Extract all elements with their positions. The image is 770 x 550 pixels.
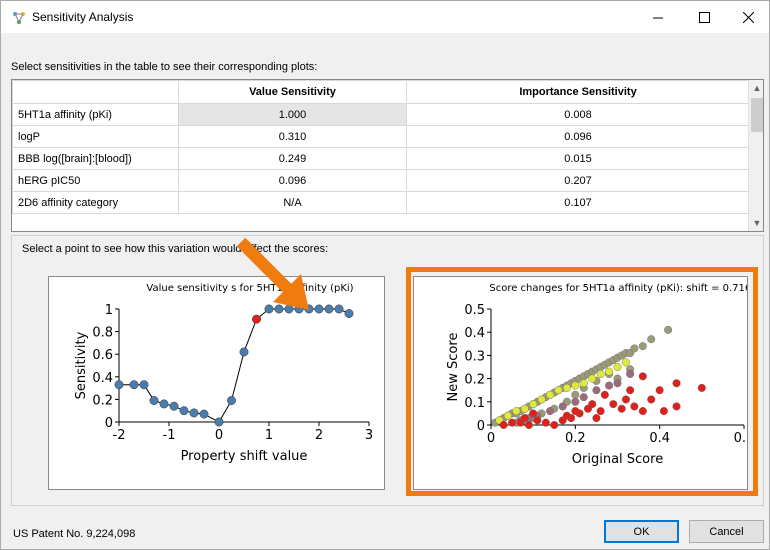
y-tick-label: 1 xyxy=(105,303,113,318)
sensitivity-analysis-window: Sensitivity Analysis Select sensitivitie… xyxy=(0,0,770,550)
y-tick-label: 0.8 xyxy=(92,326,113,341)
value-sensitivity-chart[interactable]: Value sensitivity s for 5HT1a affinity (… xyxy=(49,277,384,489)
importance-sensitivity-cell[interactable]: 0.008 xyxy=(406,103,750,126)
column-header-importance-sensitivity[interactable]: Importance Sensitivity xyxy=(406,80,750,104)
table-instructions: Select sensitivities in the table to see… xyxy=(11,61,318,73)
sensitivity-line xyxy=(119,308,350,423)
property-name-cell[interactable]: logP xyxy=(12,125,179,148)
x-tick-label: 0 xyxy=(215,428,223,443)
data-point[interactable] xyxy=(324,304,334,314)
data-point[interactable] xyxy=(149,396,159,405)
value-sensitivity-cell[interactable]: N/A xyxy=(178,191,407,214)
data-point[interactable] xyxy=(179,406,189,416)
x-tick-label: 1 xyxy=(265,428,273,443)
table-vertical-scrollbar[interactable]: ▲ ▼ xyxy=(748,80,763,231)
y-tick-label: 0.2 xyxy=(92,393,113,408)
table-row[interactable]: 2D6 affinity category N/A 0.107 xyxy=(12,191,750,214)
close-icon xyxy=(742,11,754,23)
table-row[interactable]: logP 0.310 0.096 xyxy=(12,125,750,148)
annotation-arrow-icon xyxy=(236,237,309,310)
value-sensitivity-cell[interactable]: 0.249 xyxy=(178,147,407,170)
value-sensitivity-cell[interactable]: 0.310 xyxy=(178,125,407,148)
property-name-cell[interactable]: 5HT1a affinity (pKi) xyxy=(12,103,179,126)
scroll-thumb[interactable] xyxy=(751,98,763,132)
close-button[interactable] xyxy=(725,1,770,33)
value-sensitivity-cell[interactable]: 1.000 xyxy=(178,103,407,126)
data-point[interactable] xyxy=(344,309,354,318)
column-header-name[interactable] xyxy=(12,80,179,104)
data-point[interactable] xyxy=(214,417,224,427)
data-point[interactable] xyxy=(114,380,124,390)
minimize-icon xyxy=(652,17,663,18)
table-row[interactable]: hERG pIC50 0.096 0.207 xyxy=(12,169,750,192)
y-axis-label: Sensitivity xyxy=(74,331,89,399)
y-tick-label: 0 xyxy=(105,416,113,431)
scroll-down-arrow-icon[interactable]: ▼ xyxy=(749,215,763,231)
x-tick-label: 2 xyxy=(315,428,323,443)
table-row[interactable]: 5HT1a affinity (pKi) 1.000 0.008 xyxy=(12,103,750,126)
data-point[interactable] xyxy=(169,401,179,411)
data-point[interactable] xyxy=(159,399,169,409)
plots-panel: Select a point to see how this variation… xyxy=(11,235,764,506)
y-tick-label: 0.6 xyxy=(92,348,113,363)
maximize-button[interactable] xyxy=(681,1,727,33)
data-point[interactable] xyxy=(239,347,249,357)
ok-button[interactable]: OK xyxy=(604,520,679,543)
minimize-button[interactable] xyxy=(635,1,681,33)
highlight-box-annotation xyxy=(406,267,758,496)
data-point[interactable] xyxy=(334,304,344,314)
table-header-row: Value Sensitivity Importance Sensitivity xyxy=(12,80,750,104)
data-point[interactable] xyxy=(139,380,149,390)
molecule-icon xyxy=(13,12,25,24)
data-point[interactable] xyxy=(199,409,209,419)
data-point[interactable] xyxy=(189,408,199,418)
property-name-cell[interactable]: 2D6 affinity category xyxy=(12,191,179,214)
y-tick-label: 0.4 xyxy=(92,371,113,386)
property-name-cell[interactable]: BBB log([brain]:[blood]) xyxy=(12,147,179,170)
column-header-value-sensitivity[interactable]: Value Sensitivity xyxy=(178,80,407,104)
importance-sensitivity-cell[interactable]: 0.207 xyxy=(406,169,750,192)
x-tick-label: 3 xyxy=(365,428,373,443)
sensitivity-table[interactable]: Value Sensitivity Importance Sensitivity… xyxy=(11,79,764,232)
importance-sensitivity-cell[interactable]: 0.096 xyxy=(406,125,750,148)
title-bar[interactable]: Sensitivity Analysis xyxy=(1,1,769,33)
window-title: Sensitivity Analysis xyxy=(32,10,134,24)
property-name-cell[interactable]: hERG pIC50 xyxy=(12,169,179,192)
importance-sensitivity-cell[interactable]: 0.015 xyxy=(406,147,750,170)
value-sensitivity-plot[interactable]: Value sensitivity s for 5HT1a affinity (… xyxy=(48,276,385,490)
x-tick-label: -1 xyxy=(163,428,176,443)
importance-sensitivity-cell[interactable]: 0.107 xyxy=(406,191,750,214)
patent-notice: US Patent No. 9,224,098 xyxy=(13,528,136,540)
data-point[interactable] xyxy=(227,396,236,405)
maximize-icon xyxy=(698,11,710,23)
value-sensitivity-cell[interactable]: 0.096 xyxy=(178,169,407,192)
cancel-button[interactable]: Cancel xyxy=(689,520,764,543)
scroll-up-arrow-icon[interactable]: ▲ xyxy=(749,80,763,96)
x-tick-label: -2 xyxy=(113,428,126,443)
table-row[interactable]: BBB log([brain]:[blood]) 0.249 0.015 xyxy=(12,147,750,170)
x-axis-label: Property shift value xyxy=(181,449,308,464)
data-point[interactable] xyxy=(129,380,139,390)
